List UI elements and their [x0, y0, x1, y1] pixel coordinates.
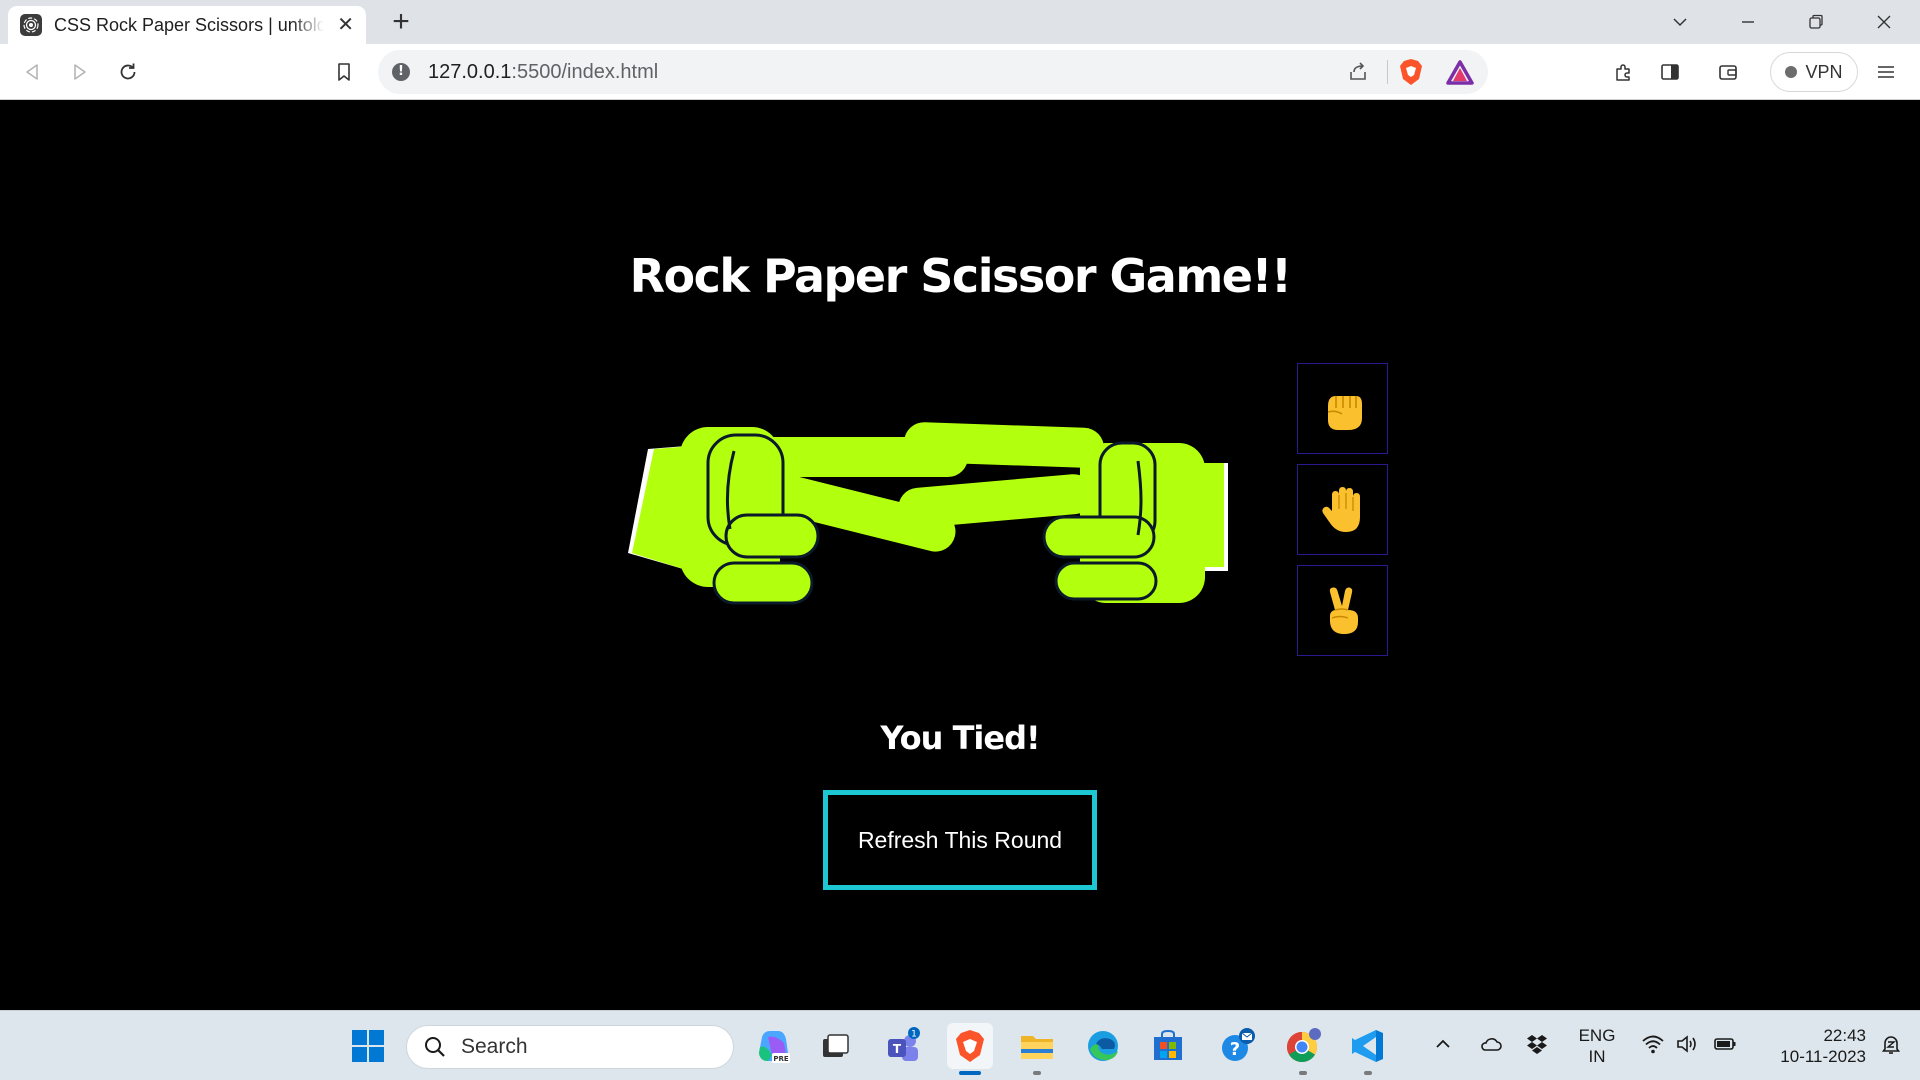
browser-toolbar: ! 127.0.0.1:5500/index.html VPN	[0, 44, 1920, 100]
game-page: Rock Paper Scissor Game!! You Tied! Refr…	[0, 101, 1920, 1010]
task-view-icon	[823, 1034, 849, 1057]
edge-taskbar-button[interactable]	[1080, 1023, 1126, 1069]
page-title: Rock Paper Scissor Game!!	[629, 249, 1292, 303]
vscode-taskbar-button[interactable]	[1345, 1023, 1391, 1075]
task-view-button[interactable]	[812, 1023, 858, 1069]
tab-close-icon[interactable]: ✕	[337, 15, 354, 35]
brave-rewards-icon[interactable]	[1446, 60, 1474, 86]
address-bar[interactable]: ! 127.0.0.1:5500/index.html	[378, 50, 1488, 94]
running-indicator	[1299, 1071, 1307, 1075]
menu-icon[interactable]	[1872, 58, 1900, 86]
computer-scissors-hand-icon	[898, 422, 1228, 603]
copilot-pre-badge: PRE	[773, 1055, 789, 1063]
victory-hand-icon	[1329, 586, 1358, 634]
search-icon	[425, 1037, 445, 1057]
extensions-icon[interactable]	[1610, 58, 1638, 86]
language-indicator[interactable]: ENG IN	[1572, 1025, 1622, 1067]
site-info-icon[interactable]: !	[392, 63, 410, 81]
svg-text:?: ?	[1230, 1039, 1240, 1060]
edge-icon	[1088, 1031, 1118, 1061]
paper-choice-button[interactable]	[1297, 464, 1388, 555]
windows-logo-icon	[352, 1030, 384, 1062]
chrome-icon	[1286, 1028, 1321, 1063]
refresh-round-button[interactable]: Refresh This Round	[823, 790, 1097, 890]
start-button[interactable]	[345, 1023, 391, 1069]
taskbar-search-box[interactable]: Search	[406, 1025, 734, 1069]
share-icon[interactable]	[1346, 60, 1370, 84]
forward-icon[interactable]	[66, 58, 94, 86]
minimize-icon[interactable]	[1736, 10, 1760, 34]
brave-icon	[956, 1030, 984, 1062]
wallet-icon[interactable]	[1714, 58, 1742, 86]
search-label: Search	[461, 1035, 528, 1058]
raised-hand-icon	[1321, 486, 1360, 532]
back-icon[interactable]	[18, 58, 46, 86]
svg-text:T: T	[893, 1042, 902, 1056]
url-text[interactable]: 127.0.0.1:5500/index.html	[428, 61, 658, 84]
url-host: 127.0.0.1	[428, 61, 512, 83]
windows-taskbar: Search PRE T 1 ? ENG IN 22:43 10-11-2023	[0, 1010, 1920, 1080]
vscode-icon	[1352, 1030, 1383, 1062]
copilot-icon: PRE	[759, 1031, 790, 1063]
teams-taskbar-button[interactable]: T 1	[880, 1023, 926, 1069]
notification-bell-icon[interactable]	[1876, 1029, 1906, 1059]
wifi-icon[interactable]	[1638, 1029, 1668, 1059]
close-window-icon[interactable]	[1872, 10, 1896, 34]
onedrive-icon[interactable]	[1476, 1029, 1506, 1059]
battery-icon[interactable]	[1710, 1029, 1740, 1059]
result-text: You Tied!	[880, 719, 1040, 757]
teams-icon: T 1	[888, 1027, 920, 1061]
dropbox-icon[interactable]	[1522, 1029, 1552, 1059]
brave-shields-icon[interactable]	[1398, 58, 1424, 86]
copilot-taskbar-button[interactable]: PRE	[750, 1023, 796, 1069]
help-mail-icon: ?	[1222, 1028, 1255, 1061]
bookmark-icon[interactable]	[330, 58, 358, 86]
live-server-favicon-icon	[20, 14, 42, 36]
restore-icon[interactable]	[1804, 10, 1828, 34]
choice-buttons	[1297, 363, 1388, 666]
url-path: :5500/index.html	[511, 61, 659, 83]
hands-scissors-illustration	[628, 422, 1228, 605]
get-help-taskbar-button[interactable]: ?	[1214, 1023, 1260, 1069]
file-explorer-taskbar-button[interactable]	[1014, 1023, 1060, 1075]
browser-tab[interactable]: CSS Rock Paper Scissors | untold ✕	[8, 6, 366, 44]
clock-date: 10-11-2023	[1780, 1047, 1866, 1066]
region-code: IN	[1588, 1047, 1606, 1066]
vpn-button[interactable]: VPN	[1770, 52, 1858, 92]
system-clock[interactable]: 22:43 10-11-2023	[1756, 1025, 1866, 1067]
chrome-taskbar-button[interactable]	[1280, 1023, 1326, 1075]
teams-badge: 1	[911, 1030, 917, 1040]
active-indicator	[959, 1071, 981, 1075]
vpn-status-icon	[1785, 66, 1798, 78]
raised-fist-icon	[1327, 395, 1362, 430]
sidebar-icon[interactable]	[1656, 58, 1684, 86]
browser-tab-bar: CSS Rock Paper Scissors | untold ✕ +	[0, 0, 1920, 44]
clock-time: 22:43	[1823, 1026, 1866, 1045]
tab-search-chevron-icon[interactable]	[1668, 10, 1692, 34]
hidden-icons-chevron-icon[interactable]	[1428, 1029, 1458, 1059]
volume-icon[interactable]	[1672, 1029, 1702, 1059]
rock-choice-button[interactable]	[1297, 363, 1388, 454]
tab-title: CSS Rock Paper Scissors | untold	[54, 14, 324, 35]
store-icon	[1154, 1029, 1182, 1060]
language-code: ENG	[1578, 1026, 1616, 1045]
brave-taskbar-button[interactable]	[947, 1023, 993, 1075]
microsoft-store-taskbar-button[interactable]	[1145, 1023, 1191, 1069]
new-tab-button[interactable]: +	[386, 7, 416, 38]
vpn-label: VPN	[1805, 61, 1843, 82]
omnibox-separator	[1387, 60, 1388, 84]
folder-icon	[1021, 1036, 1053, 1059]
running-indicator	[1033, 1071, 1041, 1075]
reload-icon[interactable]	[114, 58, 142, 86]
scissors-choice-button[interactable]	[1297, 565, 1388, 656]
running-indicator	[1364, 1071, 1372, 1075]
